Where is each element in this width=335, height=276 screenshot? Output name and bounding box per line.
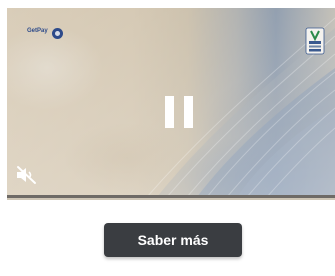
seal-icon — [51, 28, 63, 39]
pause-bar-left — [165, 96, 174, 128]
video-frame[interactable]: GetPay — [7, 8, 335, 197]
pause-bar-right — [184, 96, 193, 128]
video-progress-bar[interactable] — [7, 195, 335, 198]
volume-muted-icon[interactable] — [15, 165, 37, 185]
frame-edge-top — [0, 0, 335, 8]
sponsor-badge-icon — [305, 27, 325, 55]
video-player[interactable]: GetPay — [0, 0, 335, 200]
frame-edge-left — [0, 0, 7, 200]
learn-more-button[interactable]: Saber más — [104, 223, 242, 257]
pause-icon[interactable] — [165, 96, 193, 128]
advertiser-logo: GetPay — [27, 28, 63, 39]
ad-container: GetPay Saber más — [0, 0, 335, 276]
advertiser-logo-text: GetPay — [27, 28, 48, 34]
